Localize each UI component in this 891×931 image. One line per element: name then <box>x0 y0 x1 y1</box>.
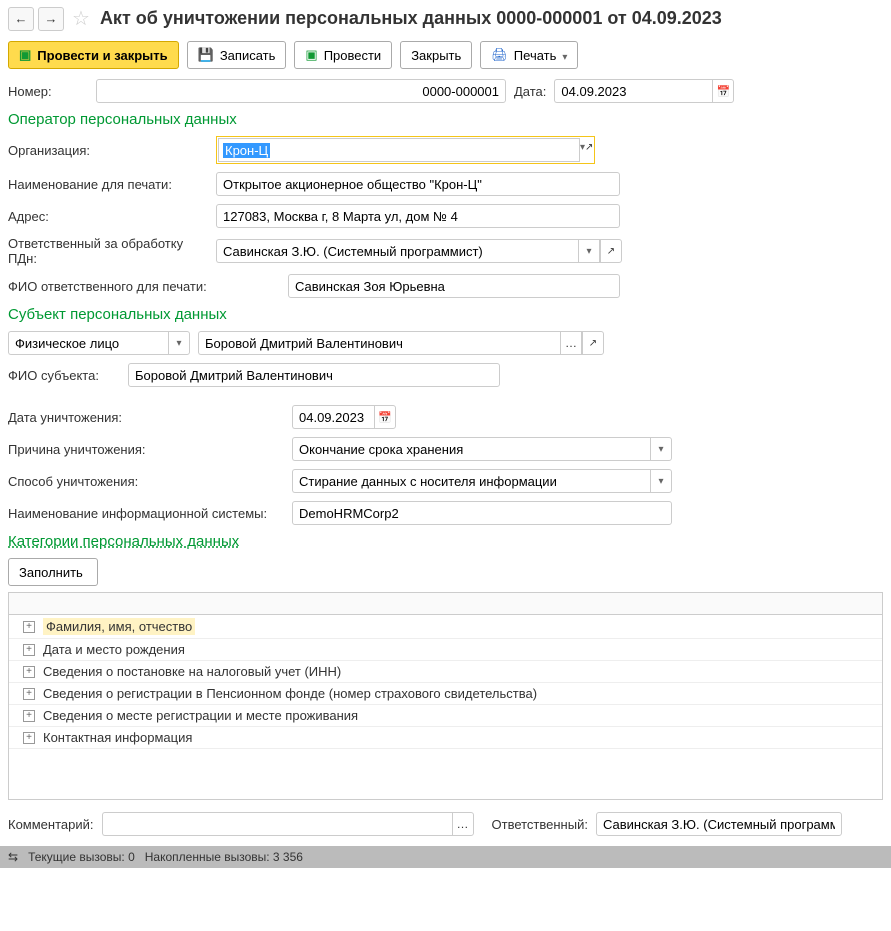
org-input[interactable]: Крон-Ц <box>218 138 580 162</box>
open-icon <box>585 138 593 153</box>
expand-icon[interactable]: + <box>23 621 35 633</box>
favorite-star-icon[interactable]: ☆ <box>72 6 90 31</box>
chevron-down-icon <box>586 245 591 257</box>
tree-item[interactable]: Дата и место рождения <box>43 642 185 657</box>
subject-type-input[interactable] <box>8 331 168 355</box>
status-icon: ⇆ <box>8 850 18 864</box>
reason-input[interactable] <box>292 437 650 461</box>
fill-label: Заполнить <box>19 565 83 580</box>
ellipsis-icon <box>457 817 469 831</box>
print-name-input[interactable] <box>216 172 620 196</box>
org-open-button[interactable] <box>585 138 593 162</box>
arrow-right-icon: → <box>45 11 58 26</box>
chevron-down-icon <box>658 475 663 487</box>
resp-print-label: ФИО ответственного для печати: <box>8 279 280 294</box>
responsible-open-button[interactable] <box>600 239 622 263</box>
org-value-selected: Крон-Ц <box>223 143 270 158</box>
method-input[interactable] <box>292 469 650 493</box>
post-icon: ▣ <box>305 47 317 63</box>
destruction-date-calendar-button[interactable] <box>374 405 396 429</box>
status-bar: ⇆ Текущие вызовы: 0 Накопленные вызовы: … <box>0 846 891 868</box>
status-current: Текущие вызовы: 0 <box>28 850 135 864</box>
print-icon: 🖨 <box>491 47 508 63</box>
tree-item[interactable]: Сведения о постановке на налоговый учет … <box>43 664 341 679</box>
subject-person-input[interactable] <box>198 331 560 355</box>
responsible-dropdown-button[interactable] <box>578 239 600 263</box>
tree-item[interactable]: Контактная информация <box>43 730 192 745</box>
number-input[interactable] <box>96 79 506 103</box>
responsible-input[interactable] <box>216 239 578 263</box>
post-and-close-button[interactable]: ▣ Провести и закрыть <box>8 41 179 69</box>
categories-section-link[interactable]: Категории персональных данных <box>8 533 883 550</box>
address-label: Адрес: <box>8 209 208 224</box>
footer-responsible-label: Ответственный: <box>492 817 588 832</box>
resp-print-input[interactable] <box>288 274 620 298</box>
ellipsis-icon <box>565 336 577 350</box>
subject-person-open-button[interactable] <box>582 331 604 355</box>
tree-header <box>9 593 882 615</box>
expand-icon[interactable]: + <box>23 644 35 656</box>
tree-item[interactable]: Сведения о месте регистрации и месте про… <box>43 708 358 723</box>
post-close-icon: ▣ <box>19 47 31 63</box>
destruction-date-input[interactable] <box>292 405 374 429</box>
subject-section-title: Субъект персональных данных <box>8 306 883 323</box>
post-close-label: Провести и закрыть <box>37 48 167 63</box>
number-label: Номер: <box>8 84 88 99</box>
page-title: Акт об уничтожении персональных данных 0… <box>100 8 722 29</box>
operator-section-title: Оператор персональных данных <box>8 111 883 128</box>
categories-tree: + Фамилия, имя, отчество + Дата и место … <box>8 592 883 800</box>
date-input[interactable] <box>554 79 712 103</box>
subject-person-more-button[interactable] <box>560 331 582 355</box>
save-icon: 💾 <box>198 47 214 63</box>
subject-type-dropdown-button[interactable] <box>168 331 190 355</box>
fill-button[interactable]: Заполнить <box>8 558 98 586</box>
date-calendar-button[interactable] <box>712 79 734 103</box>
org-label: Организация: <box>8 143 208 158</box>
comment-input[interactable] <box>102 812 452 836</box>
status-accum: Накопленные вызовы: 3 356 <box>145 850 303 864</box>
close-label: Закрыть <box>411 48 461 63</box>
method-label: Способ уничтожения: <box>8 474 284 489</box>
expand-icon[interactable]: + <box>23 688 35 700</box>
post-label: Провести <box>324 48 382 63</box>
save-label: Записать <box>220 48 276 63</box>
open-icon <box>589 337 597 349</box>
reason-label: Причина уничтожения: <box>8 442 284 457</box>
footer-responsible-input[interactable] <box>596 812 842 836</box>
fio-label: ФИО субъекта: <box>8 368 120 383</box>
fio-input[interactable] <box>128 363 500 387</box>
save-button[interactable]: 💾 Записать <box>187 41 287 69</box>
post-button[interactable]: ▣ Провести <box>294 41 392 69</box>
chevron-down-icon <box>658 443 663 455</box>
comment-label: Комментарий: <box>8 817 94 832</box>
reason-dropdown-button[interactable] <box>650 437 672 461</box>
calendar-icon <box>717 85 731 98</box>
tree-item[interactable]: Сведения о регистрации в Пенсионном фонд… <box>43 686 537 701</box>
print-button[interactable]: 🖨 Печать <box>480 41 578 69</box>
nav-forward-button[interactable]: → <box>38 7 64 31</box>
open-icon <box>607 245 615 257</box>
close-button[interactable]: Закрыть <box>400 41 472 69</box>
expand-icon[interactable]: + <box>23 732 35 744</box>
chevron-down-icon <box>562 48 567 63</box>
calendar-icon <box>378 411 392 424</box>
address-input[interactable] <box>216 204 620 228</box>
tree-item-highlighted[interactable]: Фамилия, имя, отчество <box>43 618 195 635</box>
expand-icon[interactable]: + <box>23 666 35 678</box>
responsible-label: Ответственный за обработку ПДн: <box>8 236 208 266</box>
date-label: Дата: <box>514 84 546 99</box>
system-input[interactable] <box>292 501 672 525</box>
print-label: Печать <box>514 48 557 63</box>
system-label: Наименование информационной системы: <box>8 506 284 521</box>
expand-icon[interactable]: + <box>23 710 35 722</box>
print-name-label: Наименование для печати: <box>8 177 208 192</box>
method-dropdown-button[interactable] <box>650 469 672 493</box>
comment-more-button[interactable] <box>452 812 474 836</box>
destruction-date-label: Дата уничтожения: <box>8 410 284 425</box>
arrow-left-icon: ← <box>15 11 28 26</box>
nav-back-button[interactable]: ← <box>8 7 34 31</box>
chevron-down-icon <box>176 337 181 349</box>
